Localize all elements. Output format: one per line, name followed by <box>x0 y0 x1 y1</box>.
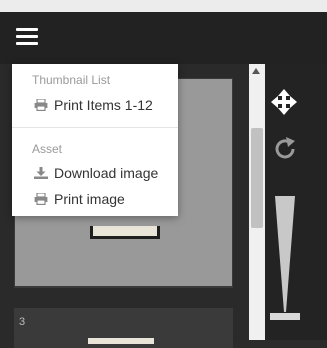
scrollbar-thumb[interactable] <box>251 128 263 228</box>
zoom-slider-handle[interactable] <box>270 313 300 320</box>
rotate-icon[interactable] <box>272 136 298 162</box>
print-items-menu-item[interactable]: Print Items 1-12 <box>12 94 178 116</box>
thumbnail-card[interactable]: 3 <box>14 308 233 348</box>
menu-header-thumbnail-list: Thumbnail List <box>32 73 111 87</box>
top-strip <box>0 0 327 12</box>
thumbnail-photo <box>88 338 154 344</box>
toolbar <box>0 12 327 64</box>
zoom-slider[interactable] <box>273 196 297 312</box>
print-items-label: Print Items 1-12 <box>54 97 153 113</box>
menu-header-asset: Asset <box>32 142 63 156</box>
thumbnail-photo <box>90 226 160 239</box>
printer-icon <box>34 193 48 205</box>
printer-icon <box>34 99 48 111</box>
print-image-menu-item[interactable]: Print image <box>12 188 178 210</box>
download-image-menu-item[interactable]: Download image <box>12 162 178 184</box>
dropdown-menu: Thumbnail List Print Items 1-12 Asset Do… <box>12 64 178 216</box>
move-arrows-icon[interactable] <box>270 88 298 116</box>
print-image-label: Print image <box>54 191 125 207</box>
hamburger-menu-icon[interactable] <box>14 24 42 52</box>
thumbnail-number: 3 <box>19 316 26 328</box>
download-image-label: Download image <box>54 165 159 181</box>
menu-divider <box>12 127 178 128</box>
scroll-up-arrow-icon[interactable] <box>252 68 260 74</box>
download-icon <box>34 167 48 179</box>
